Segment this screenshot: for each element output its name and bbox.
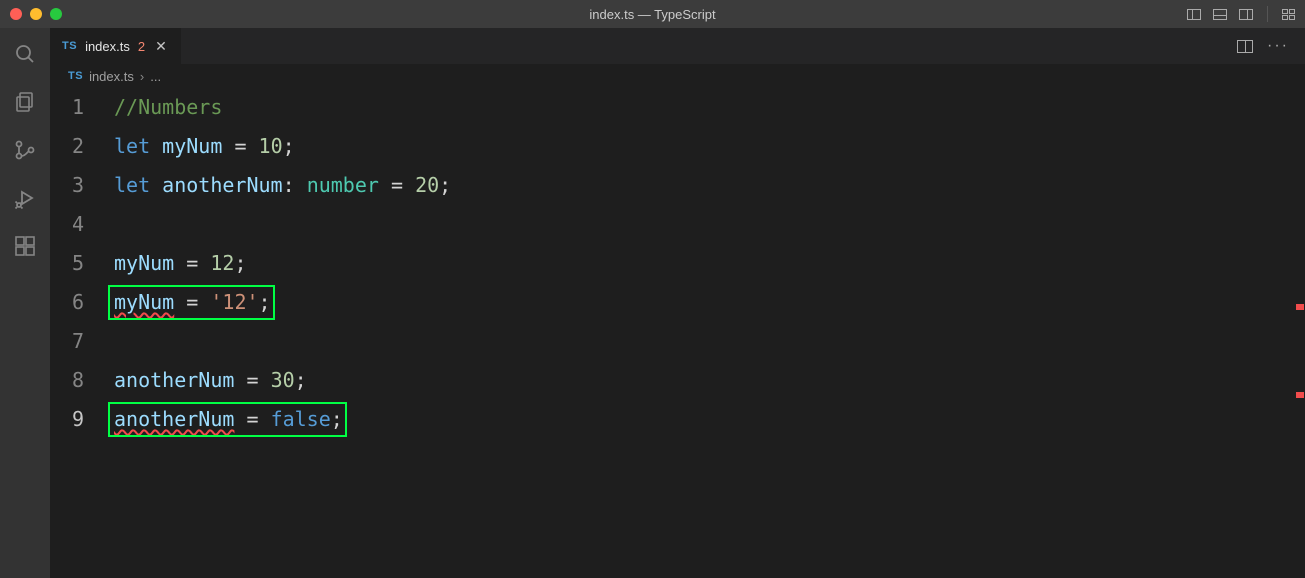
line-number: 8 [50, 361, 84, 400]
titlebar: index.ts — TypeScript [0, 0, 1305, 28]
toggle-primary-sidebar-icon[interactable] [1187, 9, 1201, 20]
typescript-file-icon: TS [62, 40, 77, 52]
main-area: TS index.ts 2 ✕ ··· TS index.ts › ... 12… [0, 28, 1305, 578]
code-line[interactable]: myNum = '12'; [110, 283, 1287, 322]
breadcrumb-filename: index.ts [89, 69, 134, 84]
toggle-panel-icon[interactable] [1213, 9, 1227, 20]
code-line[interactable]: let myNum = 10; [110, 127, 1287, 166]
code-editor[interactable]: 123456789 //Numberslet myNum = 10;let an… [50, 88, 1305, 578]
minimap-error-marker [1296, 392, 1304, 398]
code-line[interactable]: anotherNum = 30; [110, 361, 1287, 400]
line-number: 5 [50, 244, 84, 283]
editor-actions: ··· [1237, 28, 1297, 64]
line-number: 9 [50, 400, 84, 439]
line-number: 4 [50, 205, 84, 244]
code-content[interactable]: //Numberslet myNum = 10;let anotherNum: … [110, 88, 1287, 578]
close-window-button[interactable] [10, 8, 22, 20]
explorer-icon[interactable] [11, 88, 39, 116]
divider [1267, 6, 1268, 22]
tab-index-ts[interactable]: TS index.ts 2 ✕ [50, 28, 182, 64]
search-icon[interactable] [11, 40, 39, 68]
tab-bar: TS index.ts 2 ✕ ··· [50, 28, 1305, 64]
code-line[interactable] [110, 322, 1287, 361]
code-line[interactable]: //Numbers [110, 88, 1287, 127]
chevron-right-icon: › [140, 69, 144, 84]
line-number-gutter: 123456789 [50, 88, 110, 578]
more-actions-icon[interactable]: ··· [1267, 38, 1289, 54]
breadcrumb[interactable]: TS index.ts › ... [50, 64, 1305, 88]
breadcrumb-more: ... [150, 69, 161, 84]
source-control-icon[interactable] [11, 136, 39, 164]
code-line[interactable] [110, 205, 1287, 244]
code-line[interactable]: myNum = 12; [110, 244, 1287, 283]
line-number: 3 [50, 166, 84, 205]
line-number: 7 [50, 322, 84, 361]
split-editor-icon[interactable] [1237, 40, 1253, 53]
extensions-icon[interactable] [11, 232, 39, 260]
minimize-window-button[interactable] [30, 8, 42, 20]
line-number: 1 [50, 88, 84, 127]
close-tab-icon[interactable]: ✕ [153, 36, 169, 57]
code-line[interactable]: let anotherNum: number = 20; [110, 166, 1287, 205]
activity-bar [0, 28, 50, 578]
code-line[interactable]: anotherNum = false; [110, 400, 1287, 439]
line-number: 2 [50, 127, 84, 166]
fullscreen-window-button[interactable] [50, 8, 62, 20]
typescript-file-icon: TS [68, 70, 83, 82]
tab-error-count: 2 [138, 39, 145, 54]
window-title: index.ts — TypeScript [0, 7, 1305, 22]
line-number: 6 [50, 283, 84, 322]
run-debug-icon[interactable] [11, 184, 39, 212]
editor-group: TS index.ts 2 ✕ ··· TS index.ts › ... 12… [50, 28, 1305, 578]
customize-layout-icon[interactable] [1282, 9, 1295, 20]
window-controls [10, 8, 62, 20]
minimap[interactable] [1287, 88, 1305, 578]
toggle-secondary-sidebar-icon[interactable] [1239, 9, 1253, 20]
titlebar-layout-controls [1187, 6, 1295, 22]
tab-filename: index.ts [85, 39, 130, 54]
minimap-error-marker [1296, 304, 1304, 310]
